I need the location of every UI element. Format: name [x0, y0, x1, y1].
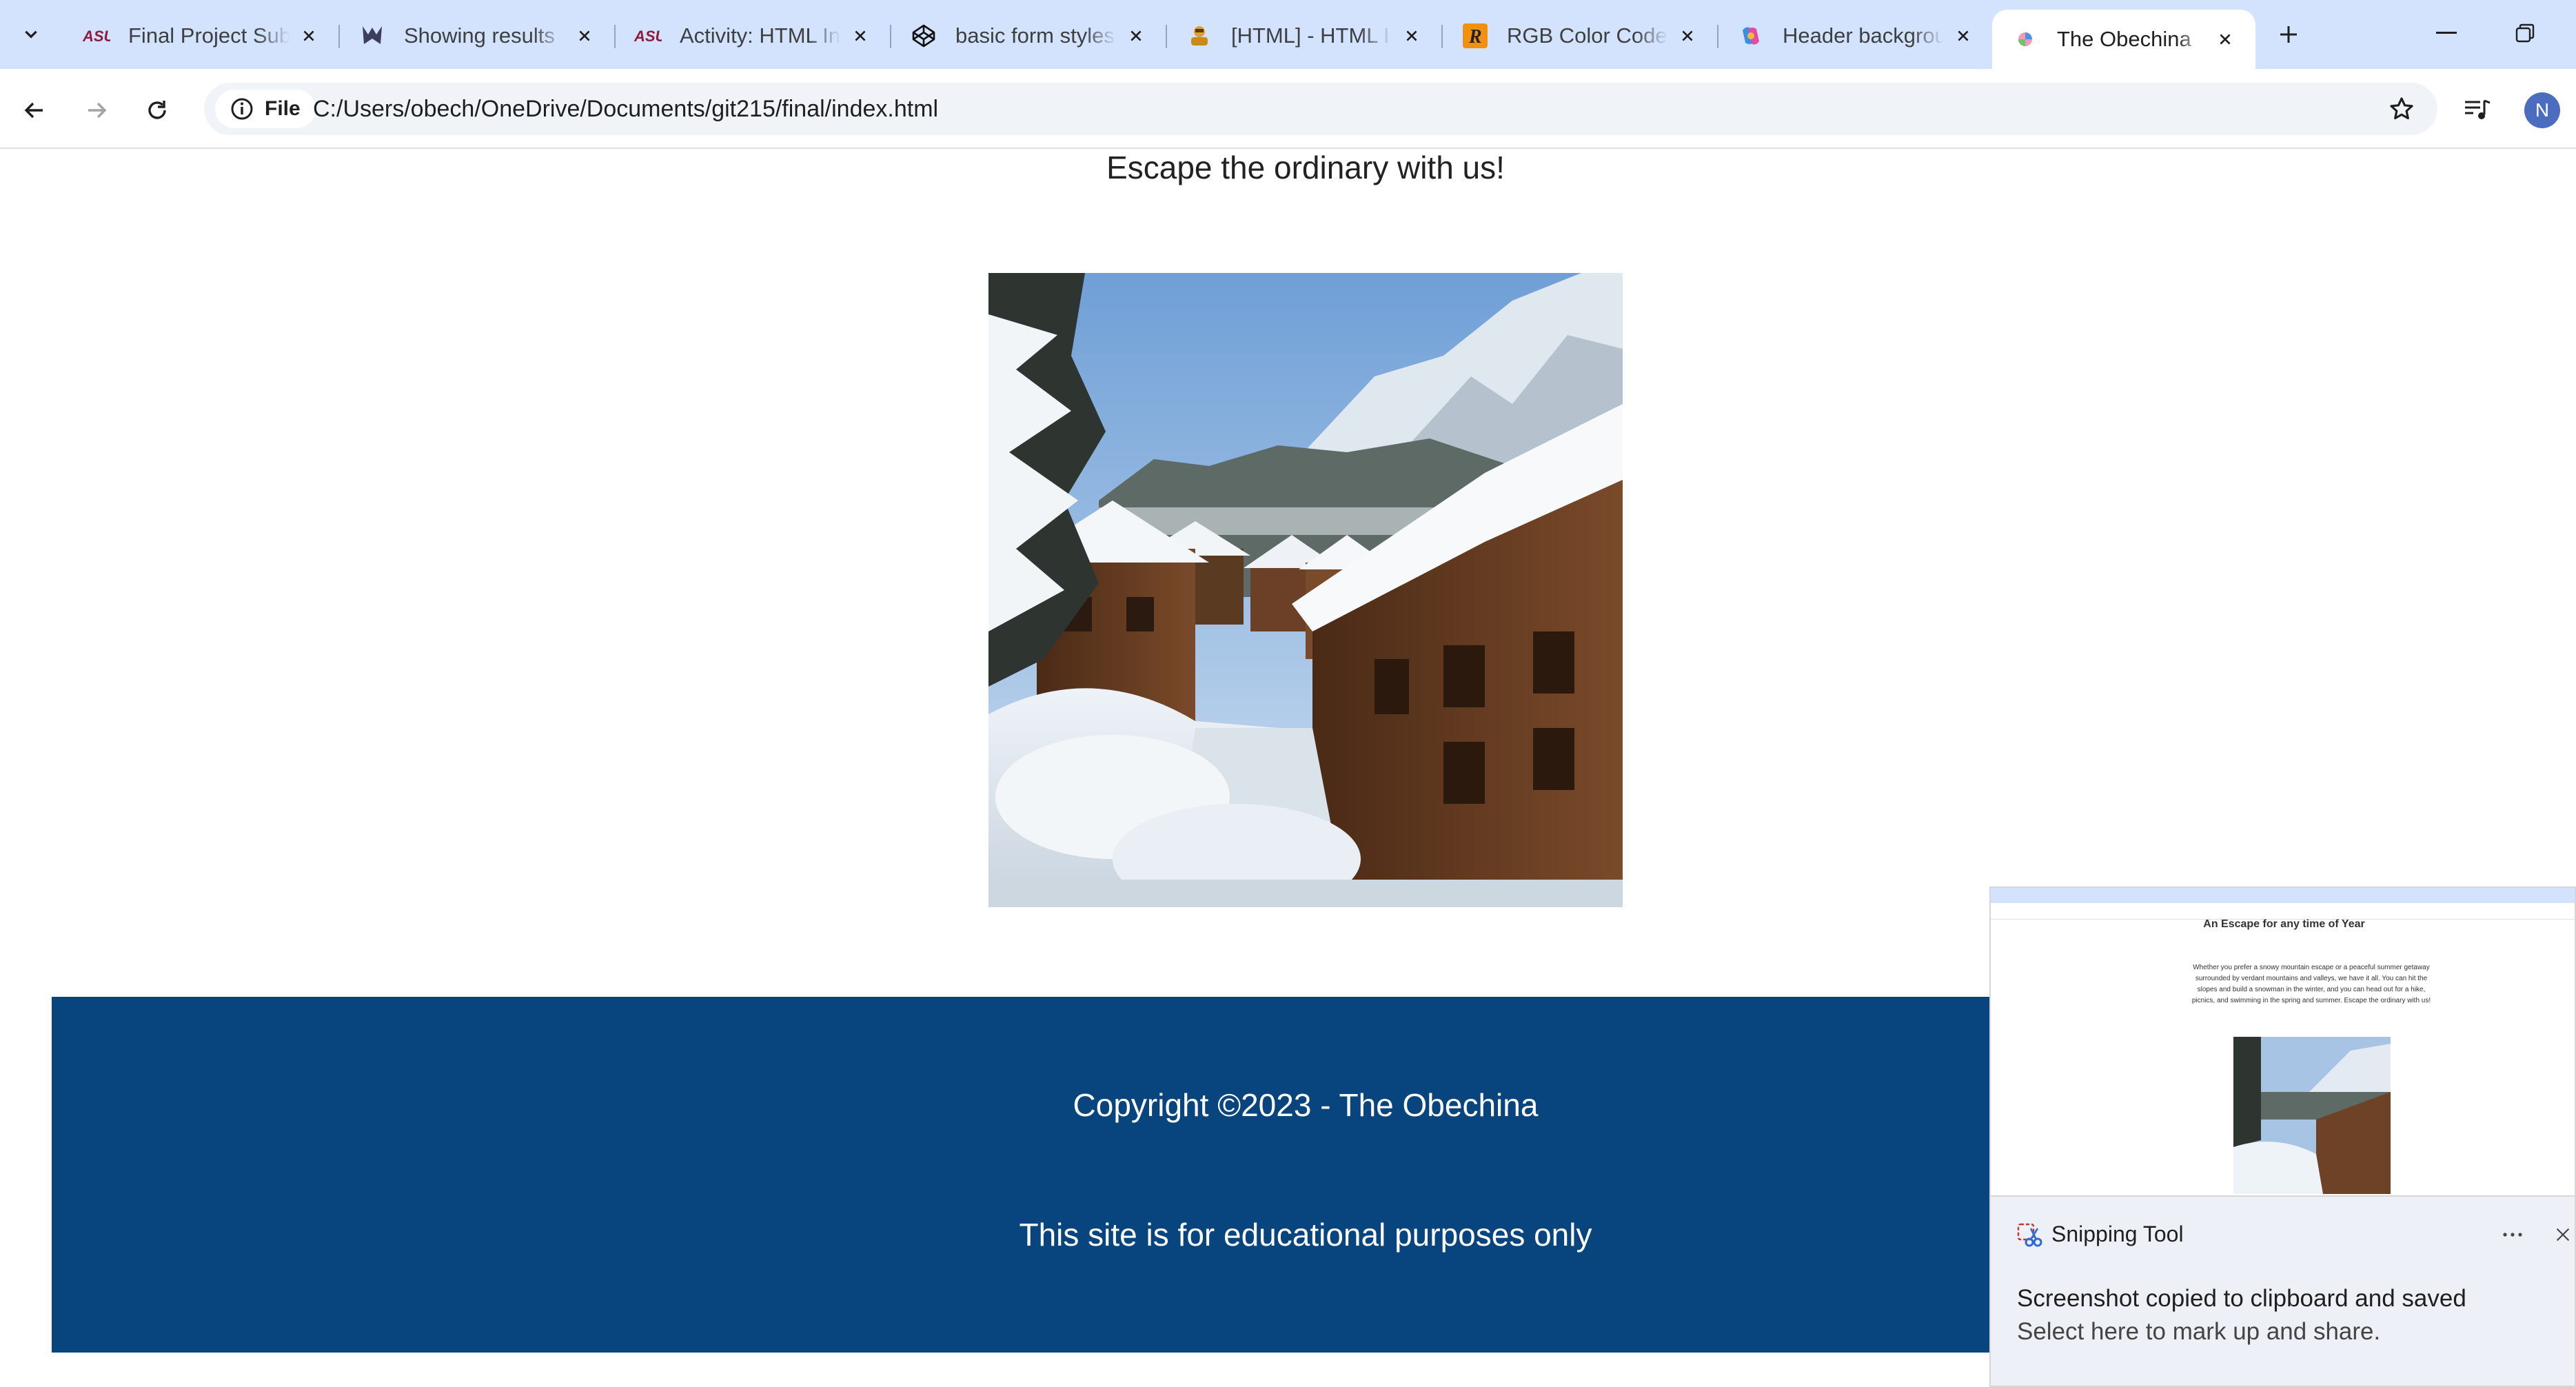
browser-toolbar: File C:/Users/obech/OneDrive/Documents/g… — [0, 69, 2576, 149]
star-icon — [2390, 97, 2413, 120]
playlist-music-icon — [2465, 99, 2491, 119]
tab-html-reference[interactable]: [HTML] - HTML I — [1166, 10, 1443, 62]
tab-title: Activity: HTML In — [680, 23, 841, 48]
tab-title: [HTML] - HTML I — [1231, 23, 1390, 48]
tab-title: The Obechina — [2057, 27, 2191, 51]
page-icon — [2011, 26, 2039, 53]
hero-image — [988, 273, 1623, 907]
plus-icon — [2280, 26, 2297, 43]
tab-title: Header backgrou — [1783, 23, 1944, 48]
tab-search-button[interactable] — [10, 12, 52, 55]
minimize-button[interactable] — [2422, 12, 2471, 54]
svg-text:R: R — [1468, 26, 1482, 48]
site-info-chip[interactable]: File — [215, 90, 316, 128]
tab-basic-form-styles[interactable]: basic form styles — [891, 10, 1167, 62]
close-icon[interactable] — [2211, 26, 2239, 53]
asu-logo-icon: ASU — [83, 22, 110, 50]
more-horizontal-icon — [2503, 1233, 2522, 1237]
new-tab-button[interactable] — [2269, 15, 2308, 54]
info-icon — [231, 98, 253, 120]
close-icon — [2556, 1228, 2570, 1242]
rapidtables-icon: R — [1461, 22, 1489, 50]
asu-logo-icon: ASU — [634, 22, 662, 50]
tab-title: RGB Color Code — [1507, 23, 1667, 48]
snipping-tool-toast[interactable]: Snipping Tool Screenshot copied to clipb… — [1989, 1197, 2576, 1387]
arrow-left-icon — [24, 102, 43, 119]
snip-screenshot-preview[interactable]: An Escape for any time of Year Whether y… — [1989, 887, 2576, 1197]
tab-title: basic form styles — [955, 23, 1115, 48]
close-icon[interactable] — [1398, 22, 1426, 50]
tab-showing-results[interactable]: Showing results — [339, 10, 616, 62]
close-icon[interactable] — [1122, 22, 1150, 50]
tab-title: Showing results — [404, 23, 555, 48]
forward-button[interactable] — [74, 88, 119, 132]
preview-tabstrip — [1991, 888, 2575, 903]
close-icon[interactable] — [1949, 22, 1977, 50]
media-controls-button[interactable] — [2457, 90, 2498, 131]
bookmark-button[interactable] — [2385, 92, 2418, 125]
back-button[interactable] — [12, 88, 57, 132]
tab-rgb-color-code[interactable]: R RGB Color Code — [1442, 10, 1718, 62]
address-bar[interactable]: File C:/Users/obech/OneDrive/Documents/g… — [204, 83, 2437, 135]
codepen-icon — [910, 22, 937, 50]
restore-icon — [2515, 23, 2535, 43]
wolf-logo-icon — [358, 22, 386, 50]
toast-app-name: Snipping Tool — [2051, 1222, 2184, 1246]
reload-button[interactable] — [135, 88, 179, 132]
site-info-label: File — [265, 97, 301, 120]
tab-the-obechina[interactable]: The Obechina — [1992, 10, 2255, 69]
svg-text:ASU: ASU — [634, 28, 662, 45]
close-icon[interactable] — [571, 22, 598, 50]
profile-avatar[interactable]: N — [2524, 92, 2560, 128]
close-icon[interactable] — [295, 22, 323, 50]
tab-activity-html[interactable]: ASU Activity: HTML In — [615, 10, 891, 62]
svg-text:ASU: ASU — [83, 28, 110, 45]
toast-subtitle: Select here to mark up and share. — [2017, 1318, 2381, 1345]
toast-close-button[interactable] — [2548, 1217, 2576, 1252]
tab-final-project[interactable]: ASU Final Project Sub — [63, 10, 340, 62]
chevron-down-icon — [25, 30, 37, 39]
preview-heading: An Escape for any time of Year — [2203, 918, 2365, 930]
tab-strip: ASU Final Project Sub Showing results AS… — [0, 0, 2576, 69]
close-icon[interactable] — [846, 22, 874, 50]
reload-icon — [148, 101, 166, 119]
toast-title: Screenshot copied to clipboard and saved — [2017, 1285, 2466, 1312]
url-text[interactable]: C:/Users/obech/OneDrive/Documents/git215… — [313, 83, 938, 135]
preview-paragraph: Whether you prefer a snowy mountain esca… — [2191, 964, 2431, 1004]
preview-toolbar — [1991, 903, 2575, 920]
copilot-icon — [1737, 22, 1765, 50]
scissors-icon — [2016, 1222, 2043, 1253]
arrow-right-icon — [88, 102, 107, 119]
restore-button[interactable] — [2501, 12, 2549, 54]
minimize-icon — [2436, 32, 2457, 34]
page-tagline: Escape the ordinary with us! — [1106, 150, 1505, 185]
reference-icon — [1186, 22, 1213, 50]
more-options-button[interactable] — [2495, 1217, 2530, 1252]
preview-image — [2233, 1037, 2391, 1194]
tab-header-background[interactable]: Header backgrou — [1718, 10, 1994, 62]
tab-title: Final Project Sub — [128, 23, 290, 48]
close-icon[interactable] — [1674, 22, 1701, 50]
